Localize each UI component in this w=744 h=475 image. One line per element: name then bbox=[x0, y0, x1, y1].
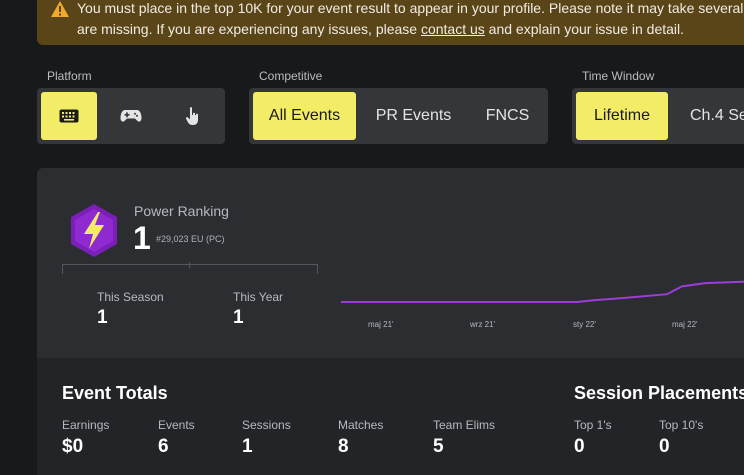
touch-icon bbox=[185, 107, 198, 125]
x-tick-label: maj 21' bbox=[368, 320, 394, 329]
top-1s-label: Top 1's bbox=[574, 418, 612, 432]
competitive-filter-label: Competitive bbox=[259, 69, 323, 83]
notice-banner: You must place in the top 10K for your e… bbox=[37, 0, 744, 45]
events-value: 6 bbox=[158, 436, 169, 457]
bracket-divider bbox=[62, 264, 318, 274]
earnings-value: $0 bbox=[62, 436, 84, 457]
top-10s-label: Top 10's bbox=[659, 418, 704, 432]
gamepad-icon bbox=[120, 110, 142, 122]
sessions-label: Sessions bbox=[242, 418, 291, 432]
team-elims-label: Team Elims bbox=[433, 418, 496, 432]
notice-line-1: You must place in the top 10K for your e… bbox=[77, 0, 744, 16]
this-year-value: 1 bbox=[233, 307, 244, 328]
top-1s-value: 0 bbox=[574, 436, 585, 457]
notice-text: You must place in the top 10K for your e… bbox=[77, 0, 744, 40]
platform-touch-button[interactable] bbox=[165, 92, 221, 140]
platform-gamepad-button[interactable] bbox=[103, 92, 159, 140]
competitive-filter: All Events PR Events FNCS bbox=[249, 88, 548, 144]
event-totals-title: Event Totals bbox=[62, 383, 168, 403]
contact-us-link[interactable]: contact us bbox=[421, 21, 485, 37]
time-window-filter: Lifetime Ch.4 Se bbox=[572, 88, 744, 144]
team-elims-value: 5 bbox=[433, 436, 444, 457]
earnings-label: Earnings bbox=[62, 418, 110, 432]
power-ranking-badge-icon bbox=[71, 204, 117, 257]
time-window-ch4-button[interactable]: Ch.4 Se bbox=[678, 92, 744, 140]
x-tick-label: wrz 21' bbox=[470, 320, 496, 329]
competitive-all-events-button[interactable]: All Events bbox=[253, 92, 356, 140]
sessions-value: 1 bbox=[242, 436, 253, 457]
events-label: Events bbox=[158, 418, 195, 432]
top-10s-value: 0 bbox=[659, 436, 670, 457]
power-ranking-value: 1 bbox=[133, 220, 151, 256]
this-season-label: This Season bbox=[97, 290, 164, 304]
competitive-fncs-button[interactable]: FNCS bbox=[471, 92, 544, 140]
power-ranking-label: Power Ranking bbox=[134, 203, 229, 219]
time-window-lifetime-button[interactable]: Lifetime bbox=[576, 92, 668, 140]
matches-label: Matches bbox=[338, 418, 384, 432]
keyboard-icon bbox=[59, 109, 79, 123]
platform-filter bbox=[37, 88, 225, 144]
bracket-tick bbox=[189, 262, 190, 268]
notice-line-2-pre: are missing. If you are experiencing any… bbox=[77, 21, 421, 37]
notice-line-2-post: and explain your issue in detail. bbox=[484, 21, 685, 37]
notice-line-2: are missing. If you are experiencing any… bbox=[77, 19, 744, 40]
session-placements-title: Session Placements bbox=[574, 383, 744, 403]
platform-keyboard-button[interactable] bbox=[41, 92, 97, 140]
totals-section: Event Totals Earnings $0 Events 6 Sessio… bbox=[37, 358, 744, 475]
platform-filter-label: Platform bbox=[47, 69, 92, 83]
time-window-filter-label: Time Window bbox=[582, 69, 655, 83]
this-year-label: This Year bbox=[233, 290, 284, 304]
matches-value: 8 bbox=[338, 436, 349, 457]
power-ranking-line bbox=[341, 280, 744, 303]
power-ranking-rank: #29,023 EU (PC) bbox=[156, 234, 225, 244]
x-tick-label: maj 22' bbox=[672, 320, 698, 329]
power-ranking-panel: Power Ranking 1 #29,023 EU (PC) This Sea… bbox=[37, 168, 744, 358]
warning-icon bbox=[51, 1, 69, 17]
this-season-value: 1 bbox=[97, 307, 108, 328]
competitive-pr-events-button[interactable]: PR Events bbox=[362, 92, 465, 140]
x-tick-label: sty 22' bbox=[573, 320, 596, 329]
